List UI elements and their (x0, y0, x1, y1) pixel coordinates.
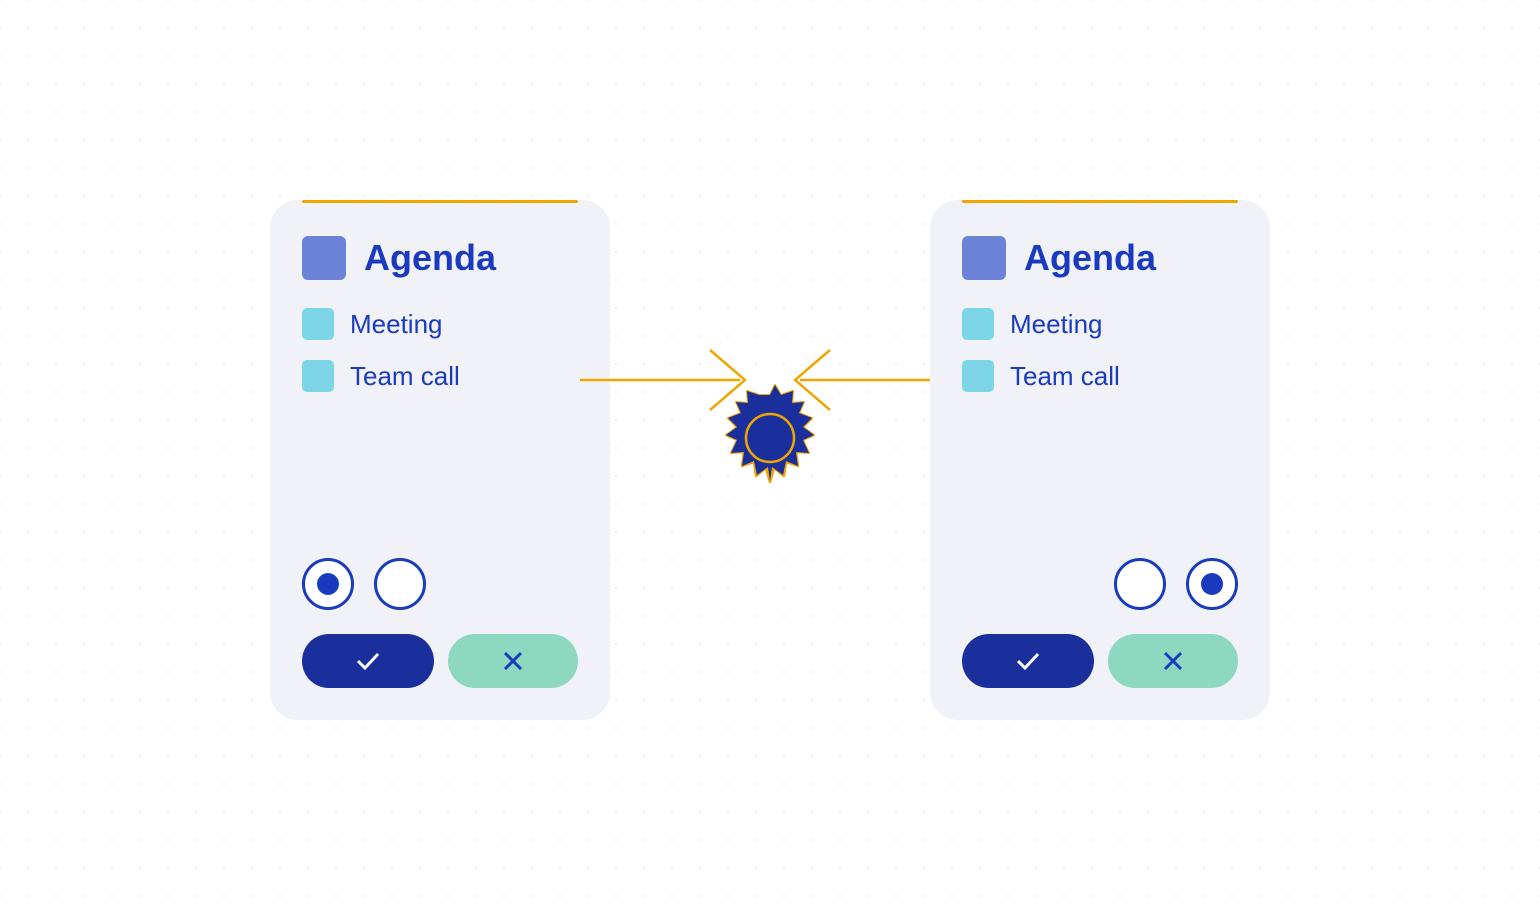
left-card-top-line (302, 200, 578, 203)
right-card: Agenda Meeting Team call (930, 200, 1270, 720)
right-agenda-icon (962, 236, 1006, 280)
left-card: Agenda Meeting Team call (270, 200, 610, 720)
left-radio-selected[interactable] (302, 558, 354, 610)
left-agenda-row: Agenda (302, 236, 578, 280)
left-x-icon (501, 649, 525, 673)
right-x-icon (1161, 649, 1185, 673)
right-meeting-icon (962, 308, 994, 340)
left-teamcall-label: Team call (350, 361, 460, 392)
right-radio-row (962, 548, 1238, 610)
left-teamcall-icon (302, 360, 334, 392)
right-action-row (962, 634, 1238, 688)
right-radio-unselected[interactable] (1114, 558, 1166, 610)
left-checkmark-icon (354, 647, 382, 675)
right-teamcall-icon (962, 360, 994, 392)
right-cancel-button[interactable] (1108, 634, 1238, 688)
gear-svg (690, 380, 850, 540)
left-meeting-label: Meeting (350, 309, 443, 340)
left-teamcall-item: Team call (302, 360, 578, 392)
left-radio-unselected[interactable] (374, 558, 426, 610)
left-agenda-icon (302, 236, 346, 280)
left-meeting-icon (302, 308, 334, 340)
right-agenda-label: Agenda (1024, 237, 1238, 279)
scene: Agenda Meeting Team call (120, 110, 1420, 810)
right-meeting-item: Meeting (962, 308, 1238, 340)
left-confirm-button[interactable] (302, 634, 434, 688)
left-action-row (302, 634, 578, 688)
right-teamcall-item: Team call (962, 360, 1238, 392)
right-radio-selected[interactable] (1186, 558, 1238, 610)
left-meeting-item: Meeting (302, 308, 578, 340)
center-area (610, 260, 930, 660)
left-agenda-label: Agenda (364, 237, 496, 279)
left-cancel-button[interactable] (448, 634, 578, 688)
right-confirm-button[interactable] (962, 634, 1094, 688)
right-agenda-row: Agenda (962, 236, 1238, 280)
left-radio-row (302, 548, 578, 610)
right-meeting-label: Meeting (1010, 309, 1103, 340)
gear-icon (690, 380, 850, 540)
right-card-top-line (962, 200, 1238, 203)
right-teamcall-label: Team call (1010, 361, 1120, 392)
right-checkmark-icon (1014, 647, 1042, 675)
